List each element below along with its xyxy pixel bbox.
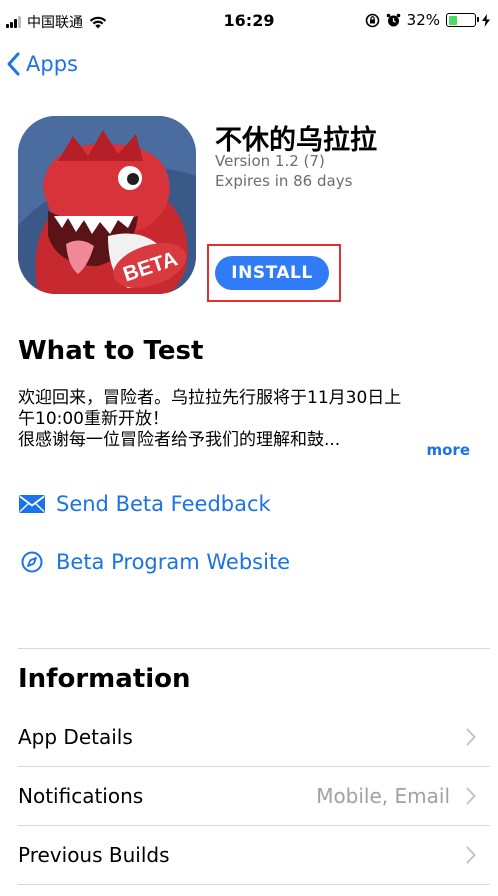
status-bar: 中国联通 16:29 32% [0, 0, 498, 40]
chevron-right-icon [466, 728, 476, 746]
alarm-icon [386, 13, 400, 26]
status-right: 32% [359, 11, 490, 29]
battery-icon [446, 13, 479, 27]
beta-program-website-label: Beta Program Website [56, 550, 291, 574]
info-row-app-details[interactable]: App Details [18, 708, 476, 766]
more-link[interactable]: more [426, 441, 470, 459]
back-button[interactable]: Apps [6, 52, 78, 76]
envelope-icon [18, 495, 46, 513]
back-label: Apps [26, 52, 78, 76]
chevron-left-icon [7, 52, 20, 76]
chevron-right-icon [466, 846, 476, 864]
beta-program-website-link[interactable]: Beta Program Website [18, 550, 290, 574]
dragon-artwork: BETA [18, 116, 196, 294]
send-beta-feedback-label: Send Beta Feedback [56, 492, 271, 516]
charging-icon [482, 13, 490, 27]
info-row-value: Mobile, Email [316, 784, 450, 808]
app-expires: Expires in 86 days [215, 172, 353, 190]
information-heading: Information [18, 664, 191, 694]
what-to-test-line: 很感谢每一位冒险者给予我们的理解和鼓... [18, 430, 341, 450]
what-to-test-line: 欢迎回来，冒险者。乌拉拉先行服将于11月30日上 [18, 388, 402, 408]
chevron-right-icon [466, 787, 476, 805]
section-divider [18, 648, 490, 649]
orientation-lock-icon [365, 13, 379, 27]
compass-icon [18, 551, 46, 573]
info-row-previous-builds[interactable]: Previous Builds [18, 826, 476, 884]
app-version: Version 1.2 (7) [215, 152, 325, 170]
send-beta-feedback-link[interactable]: Send Beta Feedback [18, 492, 271, 516]
info-row-label: App Details [18, 725, 133, 749]
battery-percent: 32% [406, 11, 440, 29]
what-to-test-body: 欢迎回来，冒险者。乌拉拉先行服将于11月30日上 午10:00重新开放！ 很感谢… [18, 388, 478, 451]
info-row-label: Previous Builds [18, 843, 170, 867]
install-highlight-box: INSTALL [207, 244, 341, 302]
install-button[interactable]: INSTALL [215, 256, 329, 290]
row-divider [18, 884, 490, 885]
what-to-test-line: 午10:00重新开放！ [18, 409, 169, 429]
app-icon: BETA [18, 116, 196, 294]
battery-fill [448, 15, 457, 25]
info-row-label: Notifications [18, 784, 144, 808]
what-to-test-heading: What to Test [18, 336, 204, 366]
info-row-notifications[interactable]: Notifications Mobile, Email [18, 767, 476, 825]
